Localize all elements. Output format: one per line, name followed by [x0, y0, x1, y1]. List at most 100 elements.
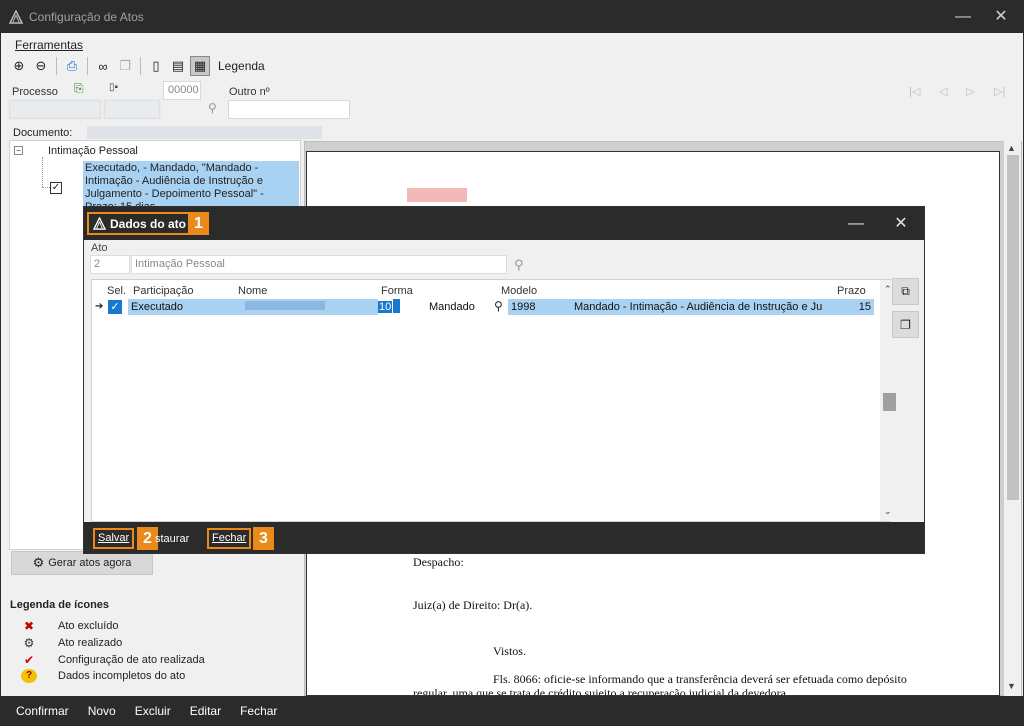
next-record-icon[interactable]: ▷	[966, 85, 974, 98]
zoom-out-icon[interactable]: ⊖	[31, 56, 51, 76]
legend-item: ⚙ Ato realizado	[21, 636, 123, 650]
dialog-title: Dados do ato	[110, 216, 187, 231]
documento-value	[87, 126, 322, 139]
search-icon[interactable]: ⚲	[494, 299, 503, 313]
scroll-up-icon[interactable]: ⌃	[884, 284, 892, 295]
copy-icon: ❐	[900, 317, 911, 332]
close-icon[interactable]: ✕	[891, 214, 911, 234]
redacted-name	[245, 301, 325, 310]
novo-button[interactable]: Novo	[88, 704, 116, 718]
page-width-icon[interactable]: ▤	[168, 56, 188, 76]
cell-participacao: Executado	[128, 299, 228, 315]
scroll-up-icon[interactable]: ▲	[1007, 143, 1016, 153]
ato-number-field[interactable]: 2	[90, 255, 130, 274]
menu-ferramentas[interactable]: Ferramentas	[15, 38, 83, 52]
doc-fls-line1: Fls. 8066: oficie-se informando que a tr…	[493, 672, 907, 686]
documento-label: Documento:	[13, 127, 73, 139]
dialog-title-bar: Dados do ato 1 — ✕	[84, 207, 924, 240]
processo-field-1[interactable]	[9, 100, 101, 119]
highlight-mark	[407, 188, 467, 202]
copy-pages-icon[interactable]: ❐	[115, 56, 135, 76]
duplicate-row-button[interactable]: ❐	[892, 311, 919, 338]
legend-item: ? Dados incompletos do ato	[21, 669, 185, 683]
col-header-modelo: Modelo	[501, 285, 538, 297]
text-cursor	[393, 299, 400, 313]
scrollbar-thumb[interactable]	[883, 393, 896, 411]
last-record-icon[interactable]: ▷|	[994, 85, 1005, 98]
row-select-checkbox[interactable]: ✓	[108, 300, 122, 314]
restaurar-button[interactable]: staurar	[155, 533, 189, 545]
single-page-icon[interactable]: ▯	[146, 56, 166, 76]
close-icon[interactable]: ✕	[991, 7, 1011, 27]
ato-name-field[interactable]: Intimação Pessoal	[131, 255, 507, 274]
processo-field-2[interactable]	[104, 100, 160, 119]
legend-item: ✖ Ato excluído	[21, 619, 119, 633]
outro-numero-label: Outro nº	[229, 86, 270, 98]
title-bar: Configuração de Atos — ✕	[1, 1, 1023, 33]
callout-badge-3: 3	[253, 527, 274, 550]
copy-row-button[interactable]: ⧉	[892, 278, 919, 305]
confirmar-button[interactable]: Confirmar	[16, 704, 69, 718]
row-pointer-icon: ➔	[95, 301, 104, 312]
fechar-button[interactable]: Fechar	[240, 704, 277, 718]
minimize-icon[interactable]: —	[846, 214, 866, 234]
dialog-title-highlight: Dados do ato	[87, 212, 195, 235]
fechar-dialog-button[interactable]: Fechar	[207, 528, 252, 549]
print-icon[interactable]: ⎙	[62, 56, 82, 76]
zoom-in-icon[interactable]: ⊕	[9, 56, 29, 76]
search-icon[interactable]: ⚲	[208, 101, 217, 115]
doc-fls-line2: regular, uma que se trata de crédito suj…	[413, 686, 790, 696]
gears-icon: ⚙	[32, 555, 45, 570]
menu-ferramentas-label: Ferramentas	[15, 38, 84, 52]
doc-juiz: Juiz(a) de Direito: Dr(a).	[413, 598, 533, 612]
salvar-label: Salvar	[98, 532, 130, 544]
participants-grid: Sel. Participação Nome Forma Modelo Praz…	[91, 279, 898, 522]
salvar-button[interactable]: Salvar	[93, 528, 135, 549]
first-record-icon[interactable]: |◁	[909, 85, 920, 98]
scroll-down-icon[interactable]: ▼	[1007, 681, 1016, 691]
tree-connector	[42, 157, 43, 187]
search-icon[interactable]: ⚲	[514, 257, 524, 273]
gerar-atos-button[interactable]: ⚙ Gerar atos agora	[11, 551, 153, 575]
legenda-button[interactable]: Legenda	[218, 59, 265, 73]
document-type-icon[interactable]: ▯▪	[109, 82, 129, 94]
table-row[interactable]: ✓ Executado 10 Mandado ⚲ 1998 Mandado - …	[104, 299, 874, 315]
gear-icon: ⚙	[23, 636, 35, 650]
col-header-nome: Nome	[238, 285, 268, 297]
legend-item: ✔ Configuração de ato realizada	[21, 653, 205, 667]
tree-node-checkbox[interactable]: ✓	[50, 182, 62, 194]
cell-forma-code[interactable]: 10	[378, 299, 400, 315]
cell-nome	[228, 299, 378, 315]
toolbar-divider	[56, 57, 57, 75]
minimize-icon[interactable]: —	[953, 7, 973, 27]
legend-title: Legenda de ícones	[10, 599, 110, 611]
cell-prazo: 15	[826, 299, 874, 315]
col-header-participacao: Participação	[133, 285, 194, 297]
binoculars-icon[interactable]: ∞	[93, 56, 113, 76]
excluir-button[interactable]: Excluir	[135, 704, 171, 718]
question-icon: ?	[21, 669, 37, 683]
scroll-down-icon[interactable]: ⌄	[884, 506, 892, 517]
gerar-atos-label: Gerar atos agora	[48, 557, 132, 569]
copy-plus-icon: ⧉	[901, 284, 910, 298]
toolbar: ⊕ ⊖ ⎙ ∞ ❐ ▯ ▤ ▦ Legenda	[9, 56, 265, 76]
doc-vistos: Vistos.	[493, 644, 526, 658]
x-mark-icon: ✖	[23, 619, 35, 633]
document-scrollbar[interactable]: ▲ ▼	[1003, 141, 1021, 696]
cell-modelo-name: Mandado - Intimação - Audiência de Instr…	[571, 299, 826, 315]
whole-page-icon[interactable]: ▦	[190, 56, 210, 76]
outro-numero-input[interactable]	[228, 100, 350, 119]
processo-number-field[interactable]: 00000	[163, 81, 201, 100]
checkmark-icon: ✔	[23, 653, 35, 667]
cell-forma-name: Mandado	[426, 299, 492, 315]
tree-collapse-toggle[interactable]: −	[14, 146, 23, 155]
prev-record-icon[interactable]: ◁	[939, 85, 947, 98]
tree-node-selected[interactable]: Executado, - Mandado, "Mandado - Intimaç…	[83, 161, 299, 207]
legend-item-label: Ato realizado	[58, 637, 123, 649]
new-document-icon[interactable]: ⎘	[74, 81, 88, 95]
tree-root-label[interactable]: Intimação Pessoal	[48, 145, 138, 157]
toolbar-divider	[140, 57, 141, 75]
scrollbar-thumb[interactable]	[1007, 155, 1019, 500]
dialog-action-bar: Salvar 2 staurar Fechar 3	[84, 522, 924, 553]
editar-button[interactable]: Editar	[190, 704, 221, 718]
